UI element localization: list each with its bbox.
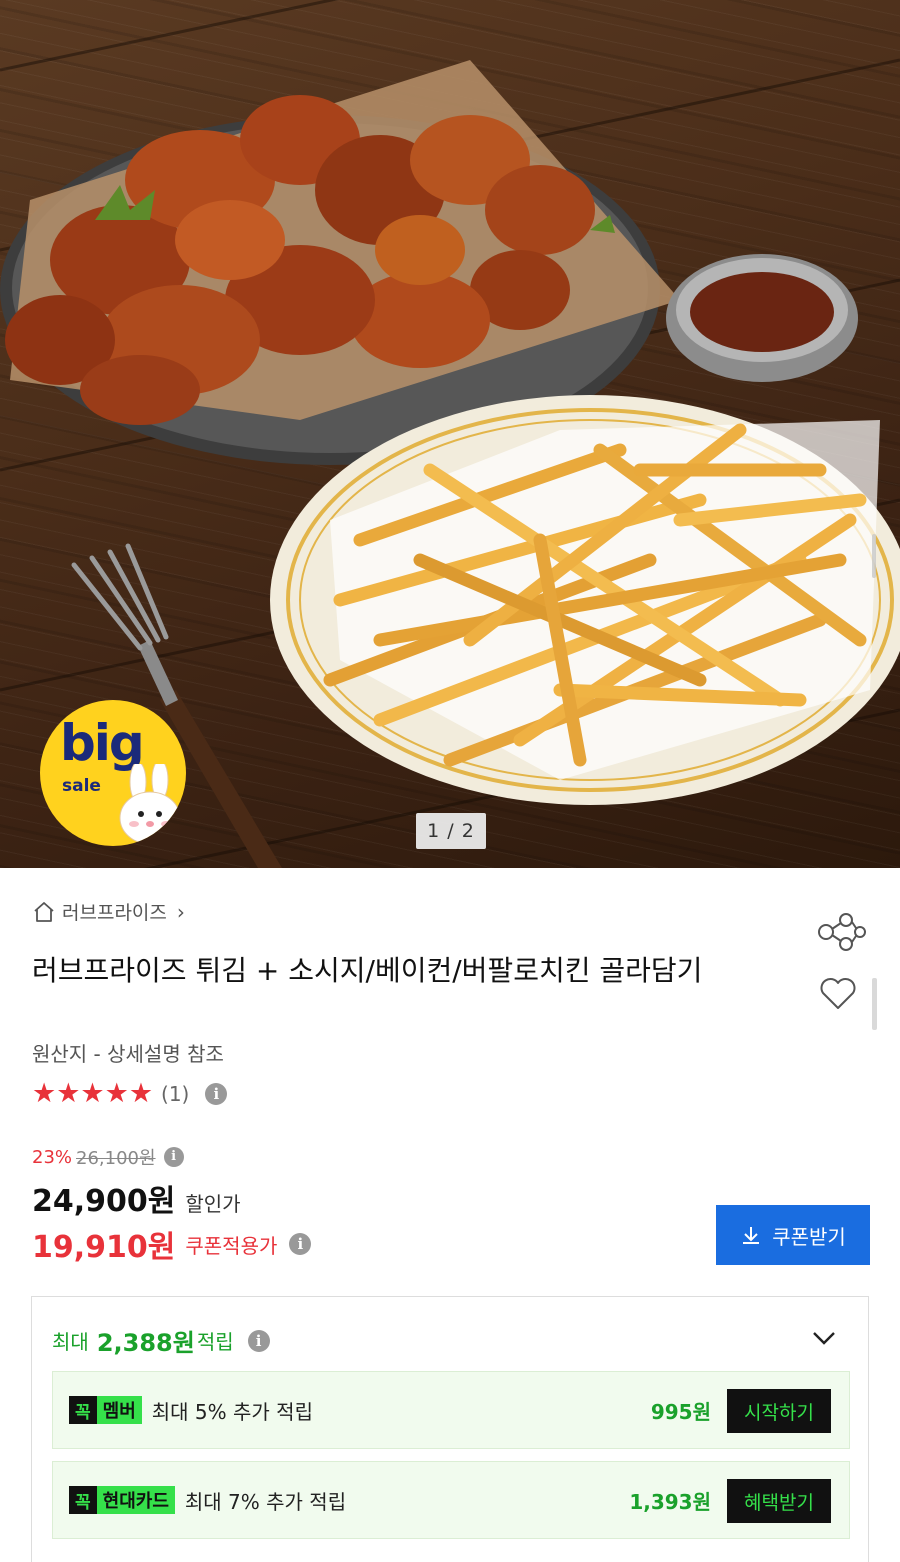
download-icon (743, 1227, 760, 1244)
brand-name: 러브프라이즈 (62, 902, 167, 924)
points-prefix: 최대 (52, 1330, 89, 1354)
page-scrollbar[interactable] (872, 978, 877, 1030)
image-scrollbar[interactable] (872, 534, 876, 578)
badge-sale-text: sale (62, 776, 101, 796)
brand-link[interactable]: 러브프라이즈 › (32, 898, 185, 925)
image-pager: 1 / 2 (416, 813, 486, 849)
points-suffix: 적립 (196, 1330, 234, 1354)
card-benefit-row: 꼭 현대카드 최대 7% 추가 적립 1,393원 혜택받기 (52, 1461, 850, 1539)
info-icon[interactable]: i (289, 1233, 312, 1255)
card-badge: 꼭 현대카드 (69, 1486, 175, 1514)
points-header[interactable]: 최대 2,388원 적립 i (52, 1323, 270, 1358)
coupon-price-label: 쿠폰적용가 (185, 1233, 278, 1258)
get-card-benefit-button[interactable]: 혜택받기 (727, 1479, 831, 1523)
home-icon (34, 901, 54, 922)
get-coupon-label: 쿠폰받기 (772, 1226, 846, 1249)
badge-big-text: big (60, 714, 145, 772)
heart-icon[interactable] (816, 972, 860, 1016)
origin-text: 원산지 - 상세설명 참조 (32, 1042, 224, 1066)
sale-price: 24,900원 (32, 1184, 176, 1219)
original-price: 26,100원 (76, 1148, 156, 1169)
share-icon[interactable] (816, 910, 868, 954)
benefit-desc: 최대 7% 추가 적립 (184, 1489, 347, 1514)
rating-stars: ★★★★★ (32, 1078, 154, 1109)
coupon-price-row: 19,910원 쿠폰적용가 i (32, 1222, 312, 1266)
get-coupon-button[interactable]: 쿠폰받기 (716, 1205, 870, 1265)
product-title: 러브프라이즈 튀김 + 소시지/베이컨/버팔로치킨 골라담기 (32, 954, 703, 987)
badge-prefix: 꼭 (69, 1396, 97, 1424)
badge-prefix: 꼭 (69, 1486, 97, 1514)
badge-name: 멤버 (96, 1396, 142, 1424)
discount-row: 23% 26,100원 i (32, 1144, 184, 1170)
member-benefit-row: 꼭 멤버 최대 5% 추가 적립 995원 시작하기 (52, 1371, 850, 1449)
info-icon[interactable]: i (163, 1147, 184, 1167)
coupon-price: 19,910원 (32, 1230, 176, 1265)
sale-price-label: 할인가 (185, 1192, 241, 1216)
member-badge: 꼭 멤버 (69, 1396, 142, 1424)
info-icon[interactable]: i (205, 1083, 228, 1105)
points-panel: 최대 2,388원 적립 i 꼭 멤버 최대 5% 추가 적립 995원 시작하… (31, 1296, 869, 1562)
badge-name: 현대카드 (96, 1486, 175, 1514)
sale-price-row: 24,900원 할인가 (32, 1176, 241, 1220)
benefit-points: 1,393원 (629, 1489, 711, 1514)
product-image[interactable]: big sale 1 / 2 (0, 0, 900, 868)
review-count: (1) (161, 1082, 190, 1106)
info-icon[interactable]: i (247, 1329, 270, 1352)
chevron-right-icon: › (176, 899, 185, 924)
points-amount: 2,388원 (96, 1329, 195, 1357)
benefit-points: 995원 (650, 1399, 711, 1424)
big-sale-badge: big sale (40, 700, 186, 846)
start-membership-button[interactable]: 시작하기 (727, 1389, 831, 1433)
rating[interactable]: ★★★★★ (1) i (32, 1078, 228, 1110)
discount-rate: 23% (32, 1146, 73, 1168)
bunny-icon (119, 764, 181, 845)
chevron-down-icon[interactable] (810, 1327, 838, 1349)
benefit-desc: 최대 5% 추가 적립 (151, 1399, 313, 1424)
